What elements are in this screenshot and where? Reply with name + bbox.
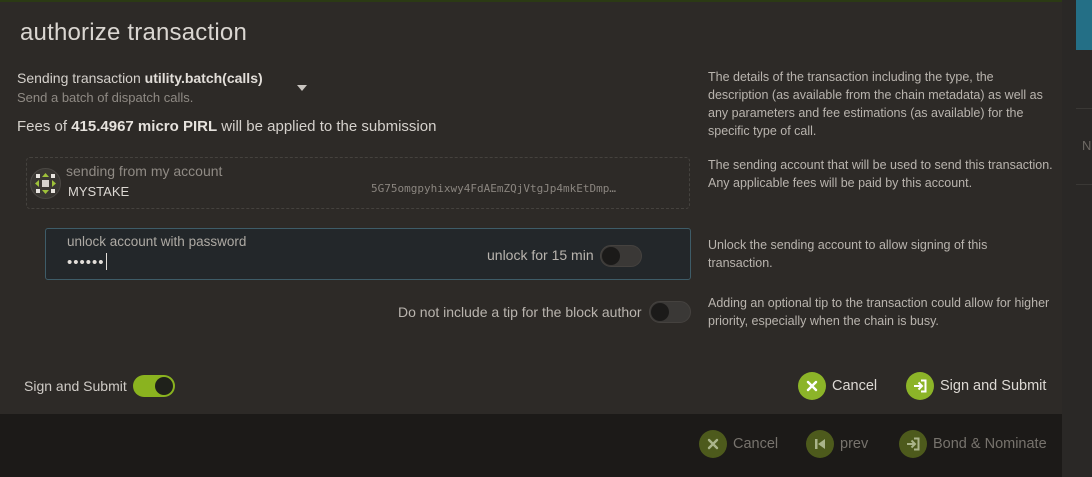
sign-and-submit-toggle-label: Sign and Submit <box>24 378 127 394</box>
account-name: MYSTAKE <box>68 184 130 199</box>
tip-toggle[interactable] <box>649 301 691 323</box>
sign-and-submit-label: Sign and Submit <box>940 378 1047 394</box>
modal-title: authorize transaction <box>20 19 247 46</box>
step-backward-icon <box>806 430 834 458</box>
transaction-summary: Sending transaction utility.batch(calls) <box>17 70 263 86</box>
unlock-toggle[interactable] <box>600 245 642 267</box>
sign-in-icon <box>906 372 934 400</box>
close-icon <box>699 430 727 458</box>
help-unlock: Unlock the sending account to allow sign… <box>708 238 988 270</box>
fees-amount: 415.4967 micro PIRL <box>71 118 218 135</box>
prev-button[interactable]: prev <box>806 430 868 458</box>
toggle-knob <box>155 377 173 395</box>
toggle-knob <box>651 303 669 321</box>
transaction-call: utility.batch(calls) <box>144 70 263 86</box>
sign-in-icon <box>899 430 927 458</box>
cancel-button[interactable]: Cancel <box>798 372 877 400</box>
footer-cancel-label: Cancel <box>733 436 779 452</box>
transaction-prefix: Sending transaction <box>17 70 141 86</box>
sign-and-submit-toggle[interactable] <box>133 375 175 397</box>
fees-summary: Fees of 415.4967 micro PIRL will be appl… <box>17 118 436 135</box>
password-label: unlock account with password <box>67 234 247 249</box>
sign-and-submit-button[interactable]: Sign and Submit <box>906 372 1046 400</box>
divider <box>1076 184 1092 185</box>
transaction-description: Send a batch of dispatch calls. <box>17 90 194 105</box>
prev-label: prev <box>840 436 869 452</box>
account-label: sending from my account <box>66 163 223 179</box>
footer-cancel-button[interactable]: Cancel <box>699 430 778 458</box>
close-icon <box>798 372 826 400</box>
bond-nominate-label: Bond & Nominate <box>933 436 1047 452</box>
tip-label: Do not include a tip for the block autho… <box>398 304 642 320</box>
help-account: The sending account that will be used to… <box>708 158 1053 190</box>
fees-prefix: Fees of <box>17 118 68 135</box>
background-glyph: N <box>1082 138 1092 153</box>
divider <box>1076 108 1092 109</box>
background-page-edge: N <box>1062 0 1092 477</box>
unlock-duration-label: unlock for 15 min <box>487 247 594 263</box>
authorize-transaction-modal: authorize transaction Sending transactio… <box>0 0 1062 414</box>
fees-suffix: will be applied to the submission <box>221 118 437 135</box>
text-cursor <box>105 253 107 270</box>
account-address: 5G75omgpyhixwy4FdAEmZQjVtgJp4mkEtDmp… <box>371 182 617 195</box>
footer-bar: Cancel prev Bond & Nominate <box>0 414 1062 477</box>
identicon-icon <box>30 168 61 199</box>
background-tab <box>1076 0 1092 50</box>
help-tip: Adding an optional tip to the transactio… <box>708 296 1050 328</box>
sending-account-field[interactable]: sending from my account MYSTAKE 5G75omgp… <box>26 157 690 209</box>
help-transaction: The details of the transaction including… <box>708 70 1043 138</box>
password-value: •••••• <box>67 254 105 271</box>
password-field[interactable]: unlock account with password •••••• unlo… <box>45 228 691 280</box>
cancel-label: Cancel <box>832 378 878 394</box>
password-input[interactable]: •••••• <box>67 253 107 271</box>
chevron-down-icon[interactable] <box>297 85 307 91</box>
bond-nominate-button[interactable]: Bond & Nominate <box>899 430 1047 458</box>
toggle-knob <box>602 247 620 265</box>
